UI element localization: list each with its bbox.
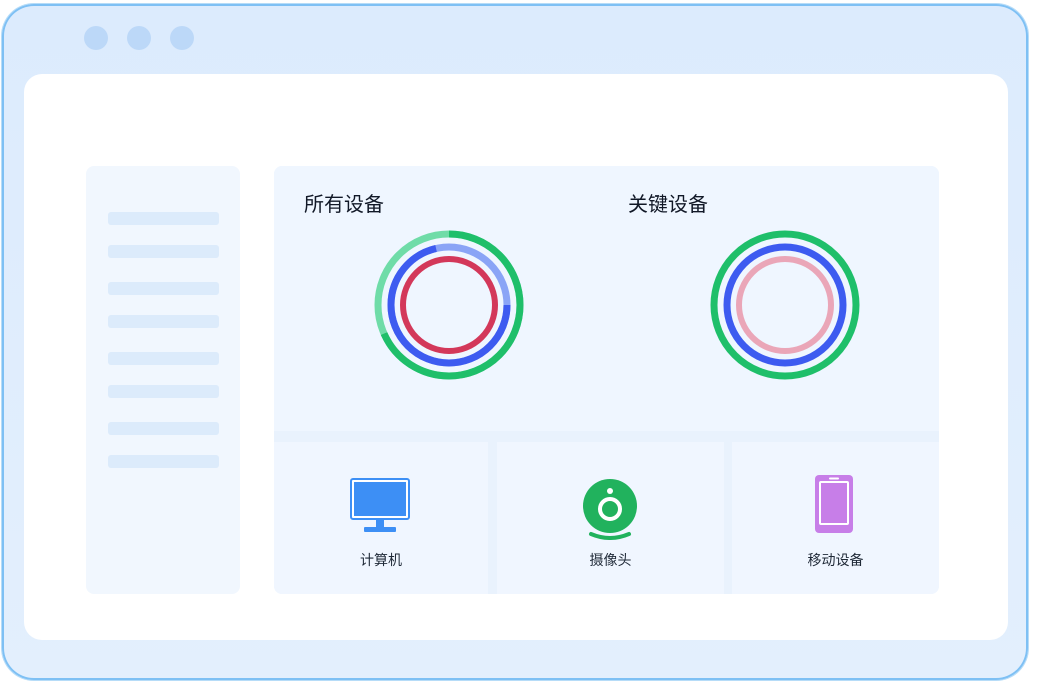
device-card-webcam[interactable]: 摄像头: [497, 442, 724, 594]
sidebar-item-placeholder[interactable]: [108, 245, 219, 258]
all-devices-title: 所有设备: [304, 192, 384, 216]
device-card-mobile[interactable]: 移动设备: [732, 442, 939, 594]
dashboard-main: 所有设备 关键设备 计算机 摄像头 移动设备: [274, 166, 939, 594]
all-devices-ring-chart[interactable]: [372, 228, 526, 382]
device-overview-panel: 所有设备 关键设备: [274, 166, 939, 431]
sidebar-item-placeholder[interactable]: [108, 455, 219, 468]
sidebar-item-placeholder[interactable]: [108, 212, 219, 225]
window-dot-3[interactable]: [170, 26, 194, 50]
sidebar-item-placeholder[interactable]: [108, 385, 219, 398]
all-devices-inner-ring: [400, 256, 498, 354]
key-devices-outer-ring: [710, 230, 860, 380]
key-devices-title: 关键设备: [628, 192, 708, 216]
device-card-computer[interactable]: 计算机: [274, 442, 488, 594]
device-card-label: 计算机: [360, 553, 402, 569]
sidebar-item-placeholder[interactable]: [108, 315, 219, 328]
key-devices-middle-ring: [723, 243, 847, 367]
content-area: 所有设备 关键设备 计算机 摄像头 移动设备: [24, 74, 1008, 640]
key-devices-ring-chart[interactable]: [708, 228, 862, 382]
mobile-phone-icon: [815, 475, 853, 533]
window-dot-1[interactable]: [84, 26, 108, 50]
sidebar: [86, 166, 240, 594]
sidebar-item-placeholder[interactable]: [108, 282, 219, 295]
monitor-icon: [350, 478, 410, 532]
app-window: 所有设备 关键设备 计算机 摄像头 移动设备: [2, 4, 1028, 680]
window-dot-2[interactable]: [127, 26, 151, 50]
sidebar-item-placeholder[interactable]: [108, 422, 219, 435]
sidebar-item-placeholder[interactable]: [108, 352, 219, 365]
device-card-label: 移动设备: [807, 553, 864, 569]
device-card-label: 摄像头: [589, 553, 632, 569]
webcam-icon: [583, 479, 637, 540]
key-devices-inner-ring: [736, 256, 834, 354]
